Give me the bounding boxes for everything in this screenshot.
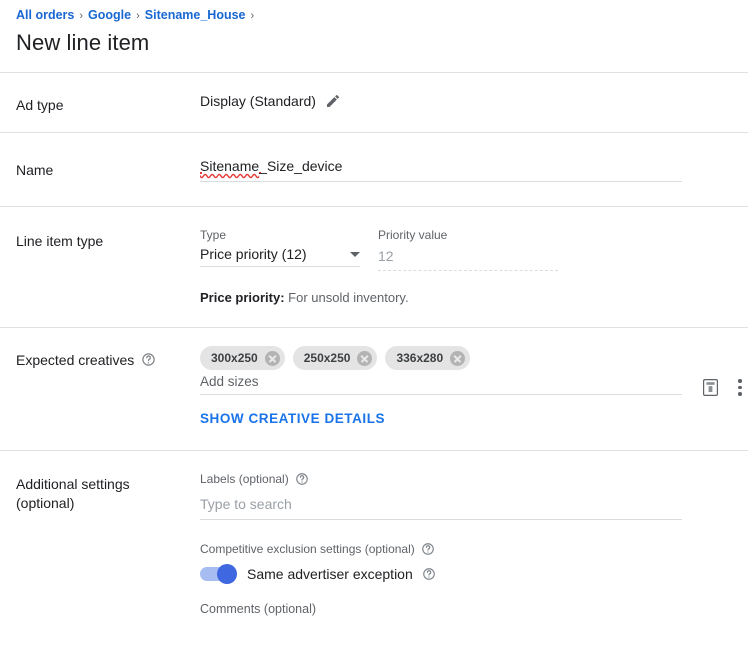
competitive-exclusion-section: Competitive exclusion settings (optional… bbox=[200, 541, 732, 616]
priority-value: 12 bbox=[378, 248, 394, 264]
line-item-type-label-cell: Line item type bbox=[16, 227, 200, 251]
name-label: Name bbox=[16, 162, 54, 178]
chevron-down-icon bbox=[350, 251, 360, 257]
same-advertiser-exception-label: Same advertiser exception bbox=[247, 566, 413, 582]
pencil-icon[interactable] bbox=[325, 93, 341, 109]
priority-value-input: 12 bbox=[378, 243, 558, 271]
breadcrumb-separator: › bbox=[79, 10, 84, 22]
additional-settings-label-cell: Additional settings (optional) bbox=[16, 471, 200, 513]
expected-creatives-label: Expected creatives bbox=[16, 352, 135, 368]
help-icon[interactable] bbox=[422, 567, 437, 582]
line-item-type-hint-text: For unsold inventory. bbox=[288, 290, 409, 305]
line-item-type-label: Line item type bbox=[16, 233, 104, 249]
breadcrumb-item-google[interactable]: Google bbox=[88, 8, 131, 22]
ad-type-label-cell: Ad type bbox=[16, 91, 200, 115]
additional-settings-label: Additional settings (optional) bbox=[16, 475, 130, 513]
creative-size-chip[interactable]: 300x250 bbox=[200, 346, 285, 370]
priority-value-label: Priority value bbox=[378, 228, 448, 242]
same-advertiser-exception-label-group: Same advertiser exception bbox=[247, 566, 437, 582]
name-body: Sitename_Size_device bbox=[200, 156, 732, 182]
line-item-type-body: Type Price priority (12) Priority value … bbox=[200, 227, 732, 307]
name-value-misspelled: Sitename bbox=[200, 158, 260, 174]
creative-size-chip-label: 250x250 bbox=[303, 351, 351, 365]
expected-creatives-label-cell: Expected creatives bbox=[16, 346, 200, 370]
comments-field-label: Comments (optional) bbox=[200, 602, 317, 616]
creative-sizes-field: 300x250 250x250 336x280 Add sizes bbox=[200, 346, 742, 396]
creative-size-chip-list: 300x250 250x250 336x280 bbox=[200, 346, 682, 370]
creative-size-chip[interactable]: 336x280 bbox=[385, 346, 471, 370]
toggle-knob bbox=[217, 564, 237, 584]
labels-search-input[interactable]: Type to search bbox=[200, 487, 682, 520]
help-icon[interactable] bbox=[141, 352, 156, 367]
breadcrumb-item-all-orders[interactable]: All orders bbox=[16, 8, 74, 22]
labels-field: Labels (optional) Type to search bbox=[200, 471, 682, 520]
page-header: All orders › Google › Sitename_House › New li… bbox=[0, 0, 748, 58]
breadcrumb-item-sitename-house[interactable]: Sitename_House bbox=[145, 8, 246, 22]
name-label-cell: Name bbox=[16, 156, 200, 180]
name-input[interactable]: Sitename_Size_device bbox=[200, 156, 682, 182]
ad-type-body: Display (Standard) bbox=[200, 91, 732, 111]
ad-type-row: Ad type Display (Standard) bbox=[0, 73, 748, 132]
competitive-exclusion-label-group: Competitive exclusion settings (optional… bbox=[200, 541, 732, 557]
type-field: Type Price priority (12) bbox=[200, 227, 360, 271]
line-item-type-row: Line item type Type Price priority (12) … bbox=[0, 207, 748, 327]
additional-settings-label-line1: Additional settings bbox=[16, 476, 130, 492]
labels-field-label: Labels (optional) bbox=[200, 472, 289, 486]
competitive-exclusion-label: Competitive exclusion settings (optional… bbox=[200, 542, 415, 556]
ad-type-value-group: Display (Standard) bbox=[200, 91, 732, 111]
type-field-label: Type bbox=[200, 228, 227, 242]
additional-settings-body: Labels (optional) Type to search Competi… bbox=[200, 471, 732, 616]
labels-field-label-group: Labels (optional) bbox=[200, 471, 682, 487]
breadcrumb-separator: › bbox=[136, 10, 140, 22]
expected-creatives-body: 300x250 250x250 336x280 Add sizes SHOW C… bbox=[200, 346, 742, 428]
expected-creatives-row: Expected creatives 300x250 250x250 336x2… bbox=[0, 328, 748, 450]
help-icon[interactable] bbox=[295, 472, 310, 487]
line-item-type-hint: Price priority: For unsold inventory. bbox=[200, 289, 732, 307]
breadcrumb: All orders › Google › Sitename_House › bbox=[16, 6, 732, 25]
show-creative-details-button[interactable]: Show creative details bbox=[200, 411, 385, 426]
name-value-rest: _Size_device bbox=[259, 158, 343, 174]
page-title: New line item bbox=[16, 30, 150, 55]
ad-type-value: Display (Standard) bbox=[200, 93, 316, 109]
help-icon[interactable] bbox=[421, 542, 436, 557]
creative-size-chip[interactable]: 250x250 bbox=[292, 346, 378, 370]
creative-field-actions bbox=[703, 376, 742, 399]
labels-search-placeholder: Type to search bbox=[200, 496, 292, 512]
line-item-type-fields: Type Price priority (12) Priority value … bbox=[200, 227, 732, 271]
ad-type-label: Ad type bbox=[16, 97, 64, 113]
add-sizes-placeholder: Add sizes bbox=[200, 374, 259, 389]
same-advertiser-exception-toggle-row: Same advertiser exception bbox=[200, 564, 732, 584]
new-line-item-page: All orders › Google › Sitename_House › New li… bbox=[0, 0, 748, 655]
additional-settings-row: Additional settings (optional) Labels (o… bbox=[0, 451, 748, 626]
name-row: Name Sitename_Size_device bbox=[0, 133, 748, 206]
creative-size-chip-label: 300x250 bbox=[211, 351, 258, 365]
add-sizes-input[interactable]: Add sizes bbox=[200, 374, 682, 395]
close-icon[interactable] bbox=[450, 350, 466, 366]
additional-settings-label-line2: (optional) bbox=[16, 495, 75, 511]
breadcrumb-separator: › bbox=[250, 10, 255, 22]
line-item-type-hint-bold: Price priority: bbox=[200, 290, 285, 305]
type-select[interactable]: Price priority (12) bbox=[200, 243, 360, 267]
type-select-value: Price priority (12) bbox=[200, 246, 307, 262]
same-advertiser-exception-toggle[interactable] bbox=[200, 564, 237, 584]
creative-template-icon[interactable] bbox=[703, 378, 718, 396]
kebab-menu-icon[interactable] bbox=[738, 376, 742, 399]
priority-value-field: Priority value 12 bbox=[378, 227, 558, 271]
close-icon[interactable] bbox=[357, 350, 373, 366]
creative-size-chip-label: 336x280 bbox=[396, 351, 444, 365]
close-icon[interactable] bbox=[264, 350, 280, 366]
